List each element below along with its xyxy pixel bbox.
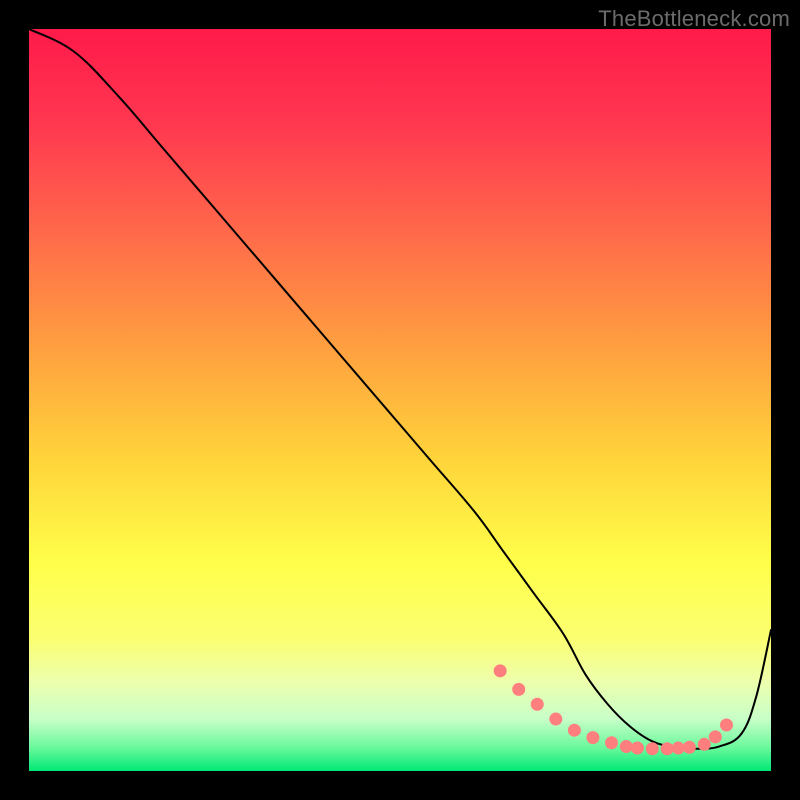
marker-dot <box>549 713 562 726</box>
watermark-text: TheBottleneck.com <box>598 6 790 32</box>
marker-dot <box>605 736 618 749</box>
chart-container: TheBottleneck.com <box>0 0 800 800</box>
marker-dot <box>720 718 733 731</box>
plot-area <box>29 29 771 771</box>
marker-dot <box>709 730 722 743</box>
marker-dot <box>631 741 644 754</box>
marker-dot <box>568 724 581 737</box>
marker-dot <box>672 741 685 754</box>
marker-dot <box>586 731 599 744</box>
marker-dot <box>620 740 633 753</box>
marker-dot <box>531 698 544 711</box>
marker-dot <box>494 664 507 677</box>
marker-dot <box>512 683 525 696</box>
marker-dot <box>698 738 711 751</box>
gradient-background <box>29 29 771 771</box>
chart-svg <box>29 29 771 771</box>
marker-dot <box>661 742 674 755</box>
marker-dot <box>646 742 659 755</box>
marker-dot <box>683 741 696 754</box>
